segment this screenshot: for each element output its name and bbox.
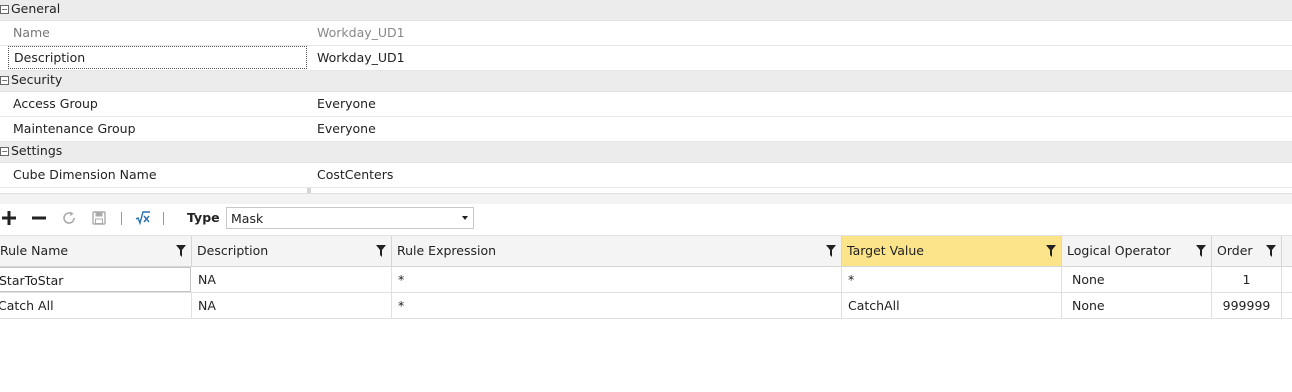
cell-target-value[interactable]: * (842, 267, 1062, 292)
category-label: Security (11, 72, 63, 87)
grid-header: Rule Name Description Rule Expression Ta… (0, 235, 1292, 267)
column-header-target-value[interactable]: Target Value (842, 236, 1062, 266)
cell-logical-operator[interactable]: None (1062, 267, 1212, 292)
category-label: General (11, 1, 61, 16)
property-description-value[interactable]: Workday_UD1 (317, 46, 405, 70)
plus-icon[interactable] (0, 208, 20, 228)
cell-rule-name[interactable]: StarToStar (0, 267, 191, 292)
property-maintenance-group-value[interactable]: Everyone (317, 117, 376, 141)
property-cube-dimension-value[interactable]: CostCenters (317, 163, 393, 187)
cell-target-value[interactable]: CatchAll (842, 293, 1062, 318)
cell-logical-operator[interactable]: None (1062, 293, 1212, 318)
column-header-description[interactable]: Description (192, 236, 392, 266)
type-dropdown-value: Mask (231, 211, 264, 226)
category-security: − Security (0, 71, 1292, 92)
table-row[interactable]: StarToStar NA * * None 1 (0, 267, 1292, 293)
property-maintenance-group-label: Maintenance Group (13, 121, 136, 136)
property-cube-dimension-row[interactable]: Cube Dimension Name CostCenters (0, 163, 1292, 188)
filter-icon[interactable] (826, 245, 836, 257)
cell-description[interactable]: NA (192, 293, 392, 318)
column-header-rule-name[interactable]: Rule Name (0, 236, 192, 266)
column-header-label: Description (197, 243, 269, 258)
panel-divider (0, 193, 1292, 204)
column-header-label: Rule Name (0, 243, 69, 258)
toolbar-separator (121, 212, 122, 225)
collapse-icon[interactable]: − (0, 147, 9, 156)
property-access-group-label: Access Group (13, 96, 98, 111)
property-description-label[interactable]: Description (8, 46, 307, 69)
cell-rule-expression[interactable]: * (392, 267, 842, 292)
column-header-logical-operator[interactable]: Logical Operator (1062, 236, 1212, 266)
table-row[interactable]: Catch All NA * CatchAll None 999999 (0, 293, 1292, 319)
property-name-value: Workday_UD1 (317, 25, 405, 40)
rules-toolbar: Type Mask (0, 204, 1292, 232)
filter-icon[interactable] (376, 245, 386, 257)
property-grid: − General Name Workday_UD1 Description W… (0, 0, 1292, 193)
collapse-icon[interactable]: − (0, 76, 9, 85)
toolbar-separator (163, 212, 164, 225)
cell-rule-expression[interactable]: * (392, 293, 842, 318)
property-access-group-value[interactable]: Everyone (317, 92, 376, 116)
type-dropdown[interactable]: Mask (226, 207, 474, 229)
property-name-label: Name (13, 25, 50, 40)
filter-icon[interactable] (176, 245, 186, 257)
filter-icon[interactable] (1046, 245, 1056, 257)
save-icon[interactable] (89, 208, 109, 228)
property-access-group-row[interactable]: Access Group Everyone (0, 92, 1292, 117)
dropdown-arrow-icon (462, 216, 468, 220)
category-label: Settings (11, 143, 63, 158)
cell-rule-name[interactable]: Catch All (0, 293, 192, 318)
column-header-order[interactable]: Order (1212, 236, 1282, 266)
type-label: Type (187, 210, 220, 225)
refresh-icon[interactable] (59, 208, 79, 228)
property-description-row[interactable]: Description Workday_UD1 (0, 46, 1292, 71)
filter-icon[interactable] (1196, 245, 1206, 257)
minus-icon[interactable] (29, 208, 49, 228)
formula-icon[interactable] (133, 208, 153, 228)
column-header-label: Target Value (847, 243, 924, 258)
column-header-rule-expression[interactable]: Rule Expression (392, 236, 842, 266)
property-maintenance-group-row[interactable]: Maintenance Group Everyone (0, 117, 1292, 142)
property-cube-dimension-label: Cube Dimension Name (13, 167, 157, 182)
column-header-label: Order (1217, 243, 1253, 258)
column-header-label: Logical Operator (1067, 243, 1171, 258)
category-settings: − Settings (0, 142, 1292, 163)
cell-order[interactable]: 1 (1212, 267, 1282, 292)
column-header-label: Rule Expression (397, 243, 497, 258)
cell-order[interactable]: 999999 (1212, 293, 1282, 318)
cell-description[interactable]: NA (192, 267, 392, 292)
property-name-row: Name Workday_UD1 (0, 21, 1292, 46)
collapse-icon[interactable]: − (0, 5, 9, 14)
rules-grid: Rule Name Description Rule Expression Ta… (0, 235, 1292, 319)
filter-icon[interactable] (1266, 245, 1276, 257)
category-general: − General (0, 0, 1292, 21)
